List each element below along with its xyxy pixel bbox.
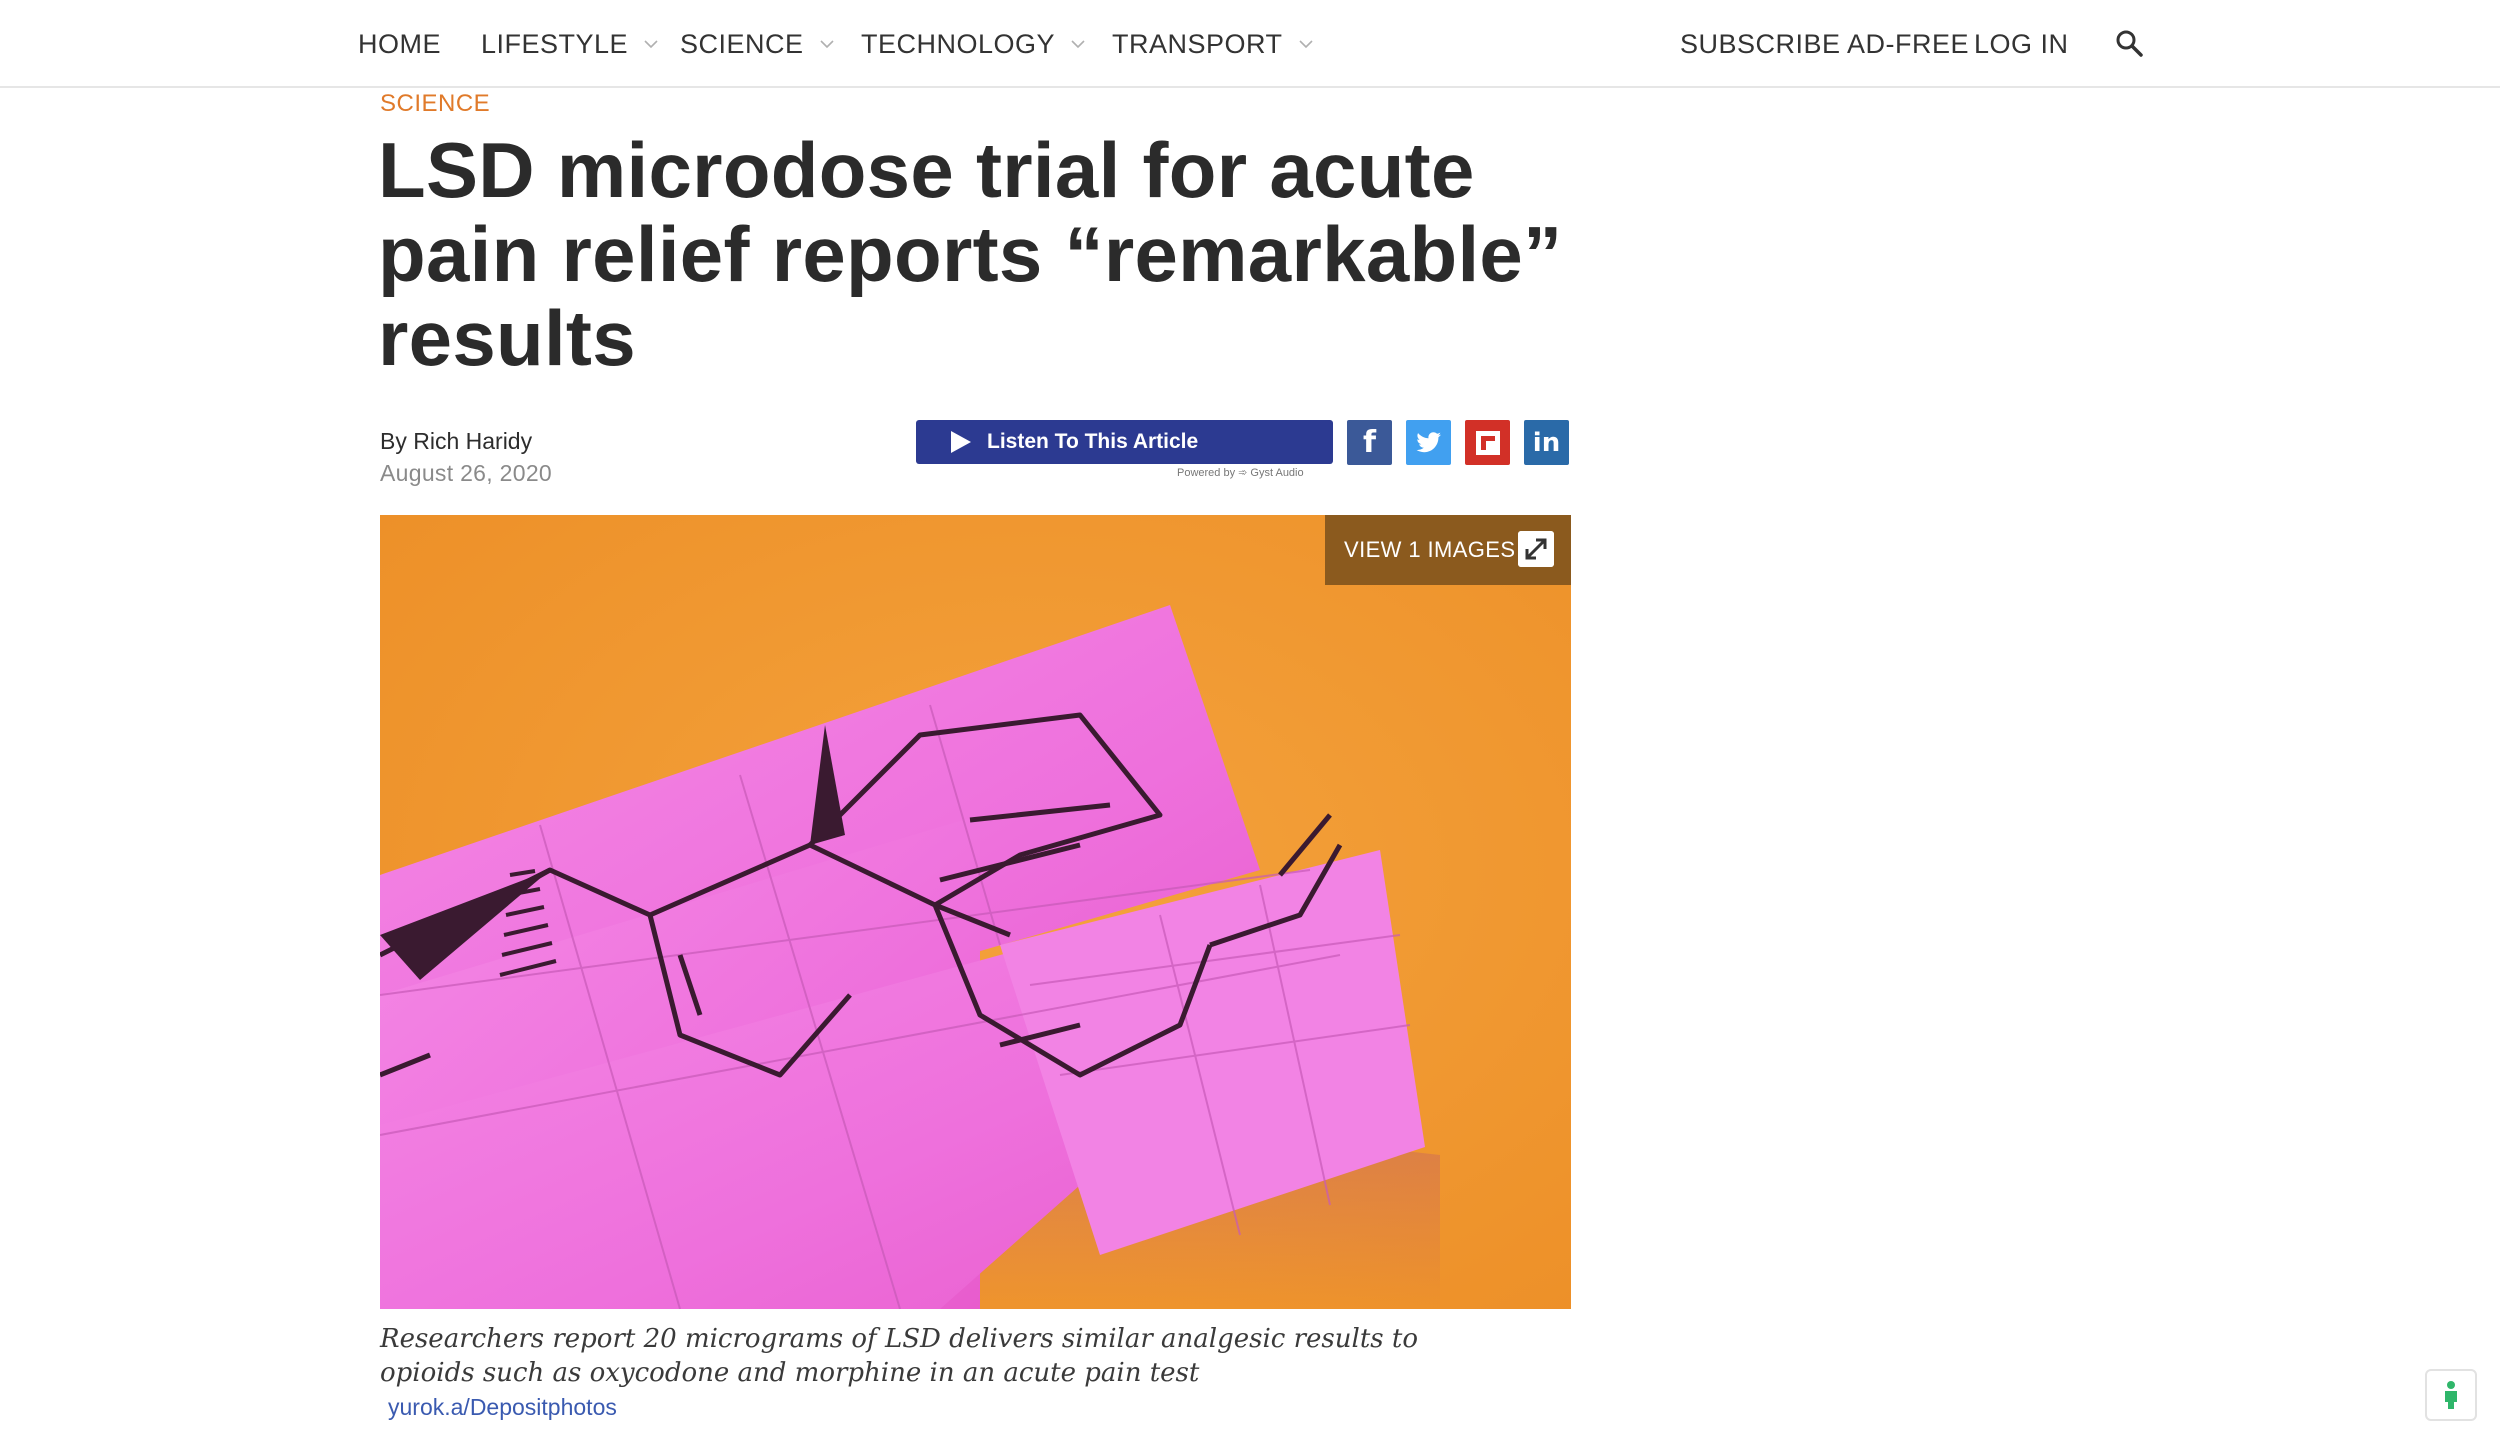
article-category-link[interactable]: SCIENCE — [380, 90, 490, 118]
chevron-down-icon — [819, 40, 834, 49]
nav-science-menu[interactable]: SCIENCE — [680, 26, 836, 62]
feedback-widget-button[interactable] — [2425, 1369, 2477, 1421]
facebook-icon: f — [1362, 425, 1377, 460]
byline-prefix: By — [380, 428, 407, 454]
flipboard-icon — [1475, 430, 1500, 455]
subscribe-ad-free-link[interactable]: SUBSCRIBE AD-FREE — [1680, 26, 1969, 62]
article-headline: LSD microdose trial for acute pain relie… — [378, 126, 1563, 382]
person-icon — [2445, 1381, 2457, 1409]
share-linkedin-button[interactable]: in — [1524, 420, 1569, 465]
listen-to-article-button[interactable]: Listen To This Article — [916, 420, 1333, 464]
share-facebook-button[interactable]: f — [1347, 420, 1392, 465]
view-images-button[interactable]: VIEW 1 IMAGES — [1325, 515, 1571, 585]
play-icon — [951, 431, 971, 453]
twitter-icon — [1415, 431, 1441, 452]
publish-date: August 26, 2020 — [380, 460, 553, 486]
linkedin-icon: in — [1532, 427, 1561, 458]
author-link[interactable]: Rich Haridy — [413, 428, 532, 454]
listen-button-label: Listen To This Article — [987, 430, 1199, 453]
share-flipboard-button[interactable] — [1465, 420, 1510, 465]
chevron-down-icon — [644, 40, 658, 49]
photo-credit-link[interactable]: yurok.a/Depositphotos — [388, 1394, 617, 1420]
nav-lifestyle-menu[interactable]: LIFESTYLE — [481, 26, 660, 62]
share-twitter-button[interactable] — [1406, 420, 1451, 465]
subscribe-label: SUBSCRIBE AD-FREE — [1680, 28, 1970, 59]
nav-technology-label: TECHNOLOGY — [861, 28, 1056, 59]
chevron-down-icon — [1298, 40, 1313, 49]
chevron-down-icon — [1071, 40, 1085, 49]
view-images-label: VIEW 1 IMAGES — [1344, 537, 1516, 562]
article-hero-image[interactable] — [380, 515, 1571, 1309]
nav-home-label: HOME — [358, 28, 441, 59]
nav-transport-label: TRANSPORT — [1112, 28, 1283, 59]
nav-lifestyle-label: LIFESTYLE — [481, 28, 629, 59]
lsd-blotter-illustration — [380, 515, 1571, 1309]
login-label: LOG IN — [1974, 28, 2069, 59]
nav-transport-menu[interactable]: TRANSPORT — [1112, 26, 1315, 62]
caption-text: Researchers report 20 micrograms of LSD … — [380, 1324, 1418, 1388]
byline: By Rich Haridy — [380, 428, 532, 455]
nav-science-label: SCIENCE — [680, 28, 804, 59]
nav-home-link[interactable]: HOME — [358, 26, 441, 62]
image-caption: Researchers report 20 micrograms of LSD … — [380, 1322, 1440, 1424]
expand-icon — [1518, 531, 1554, 567]
nav-technology-menu[interactable]: TECHNOLOGY — [861, 26, 1087, 62]
top-navigation: HOME LIFESTYLE SCIENCE TECHNOLOGY TRANSP… — [0, 0, 2500, 88]
search-icon[interactable] — [2114, 28, 2146, 60]
login-link[interactable]: LOG IN — [1974, 26, 2069, 62]
powered-by-gyst-audio: Powered by ➾ Gyst Audio — [1177, 467, 1304, 479]
